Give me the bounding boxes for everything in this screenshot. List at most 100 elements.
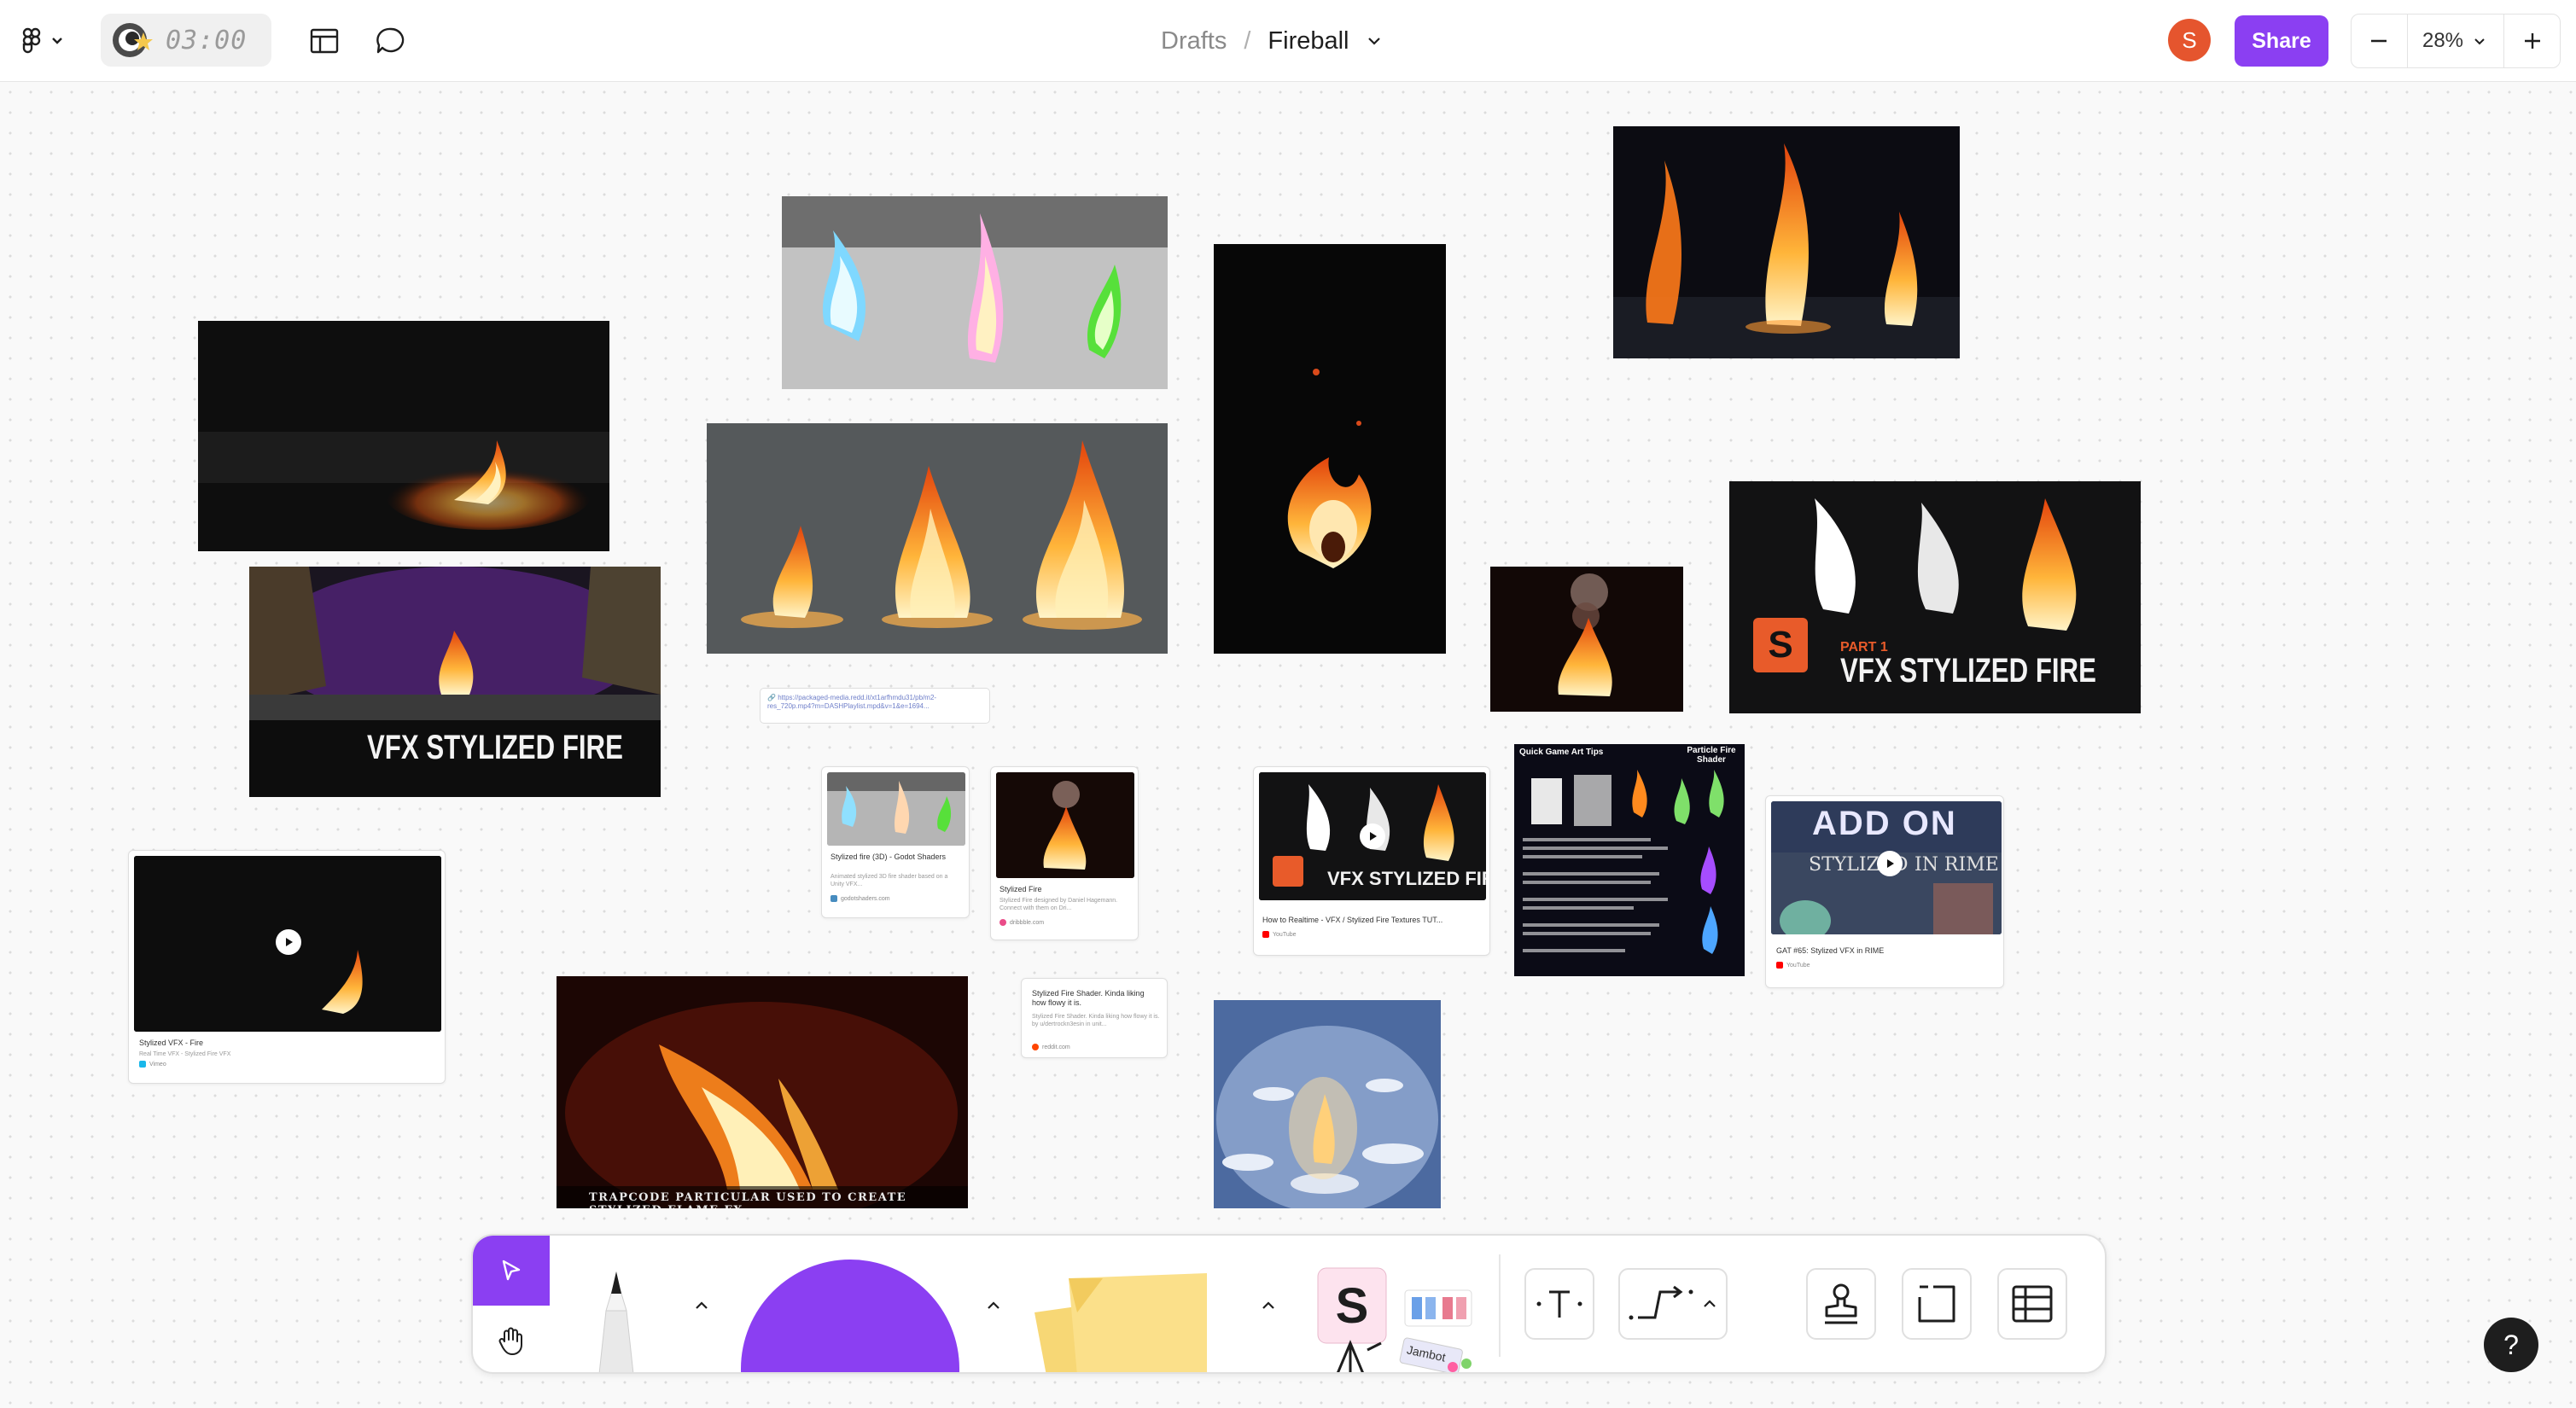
card-title: Stylized Fire bbox=[1000, 885, 1042, 893]
link-card-reddit[interactable]: Stylized Fire Shader. Kinda liking how f… bbox=[1021, 978, 1168, 1058]
figjam-logo-icon bbox=[22, 27, 62, 54]
text-icon bbox=[1536, 1290, 1582, 1318]
layout-icon bbox=[310, 28, 339, 54]
breadcrumb: Drafts / Fireball bbox=[1161, 19, 1387, 63]
card-source: reddit.com bbox=[1032, 1044, 1070, 1050]
section-icon bbox=[1918, 1285, 1955, 1323]
image-vfx-stylized-fire-banner[interactable]: VFX STYLIZED FIRE bbox=[249, 567, 661, 797]
sticky-note-icon bbox=[1034, 1273, 1207, 1372]
play-button[interactable] bbox=[1877, 851, 1903, 876]
vimeo-icon bbox=[139, 1061, 146, 1068]
card-source: YouTube bbox=[1262, 931, 1297, 938]
card-thumbnail: ADD ON STYLIZED IN RIME bbox=[1771, 801, 2002, 934]
image-particle-fire-cheatsheet[interactable]: Quick Game Art Tips Particle Fire Shader bbox=[1514, 744, 1745, 976]
cheatsheet-title: Quick Game Art Tips bbox=[1519, 748, 1604, 757]
marker-options-button[interactable] bbox=[685, 1289, 719, 1323]
comment-icon bbox=[376, 27, 405, 54]
image-part1-vfx-stylized-fire[interactable]: S PART 1 VFX STYLIZED FIRE bbox=[1729, 481, 2141, 713]
select-tool[interactable] bbox=[473, 1236, 550, 1306]
share-button[interactable]: Share bbox=[2235, 15, 2328, 67]
link-card-dribbble[interactable]: Stylized Fire Stylized Fire designed by … bbox=[990, 766, 1139, 940]
card-title: Stylized Fire Shader. Kinda liking how f… bbox=[1032, 989, 1145, 1007]
image-three-colored-flames[interactable] bbox=[782, 196, 1168, 389]
chevron-down-icon bbox=[2474, 38, 2485, 45]
card-description: Real Time VFX - Stylized Fire VFX bbox=[139, 1051, 231, 1057]
shape-options-button[interactable] bbox=[976, 1289, 1011, 1323]
card-source: dribbble.com bbox=[1000, 919, 1044, 926]
timer-emoji-icon bbox=[113, 23, 153, 57]
youtube-icon bbox=[1262, 931, 1269, 938]
link-card-youtube-realtime[interactable]: VFX STYLIZED FIRE How to Realtime - VFX … bbox=[1253, 766, 1490, 956]
cursor-icon bbox=[502, 1260, 521, 1281]
timer-widget[interactable]: 03:00 bbox=[101, 14, 271, 67]
shape-tool[interactable] bbox=[732, 1249, 968, 1372]
image-trapcode-flame[interactable]: Trapcode Particular used to create styli… bbox=[557, 976, 968, 1208]
toolbar-divider bbox=[1499, 1254, 1501, 1357]
zoom-out-button[interactable] bbox=[2352, 15, 2407, 67]
svg-text:VFX STYLIZED FIRE: VFX STYLIZED FIRE bbox=[1327, 868, 1486, 889]
stickers-tool[interactable]: S Jambot bbox=[1303, 1261, 1483, 1372]
stamp-tool[interactable] bbox=[1806, 1268, 1876, 1340]
help-button[interactable]: ? bbox=[2484, 1318, 2538, 1372]
image-fire-dark-ground[interactable] bbox=[198, 321, 609, 551]
sticky-options-button[interactable] bbox=[1251, 1289, 1285, 1323]
godot-icon bbox=[830, 895, 837, 902]
card-description: Stylized Fire designed by Daniel Hageman… bbox=[1000, 898, 1118, 911]
svg-text:S: S bbox=[1336, 1278, 1369, 1334]
avatar[interactable]: S bbox=[2168, 19, 2211, 61]
image-fire-columns[interactable] bbox=[1613, 126, 1960, 358]
vfx-banner-title: VFX STYLIZED FIRE bbox=[367, 729, 623, 766]
play-button[interactable] bbox=[276, 929, 301, 955]
text-tool[interactable] bbox=[1524, 1268, 1594, 1340]
breadcrumb-separator: / bbox=[1244, 26, 1251, 55]
play-icon bbox=[1887, 859, 1894, 868]
marker-icon bbox=[598, 1271, 634, 1372]
link-url: https://packaged-media.redd.it/xt1arfhmd… bbox=[767, 694, 937, 710]
card-title: How to Realtime - VFX / Stylized Fire Te… bbox=[1262, 916, 1443, 924]
link-card-vimeo[interactable]: Stylized VFX - Fire Real Time VFX - Styl… bbox=[128, 850, 446, 1084]
layout-button[interactable] bbox=[304, 20, 345, 61]
addon-sub-right: IN RIME bbox=[1915, 854, 1999, 876]
zoom-in-button[interactable] bbox=[2504, 15, 2560, 67]
part1-title: VFX STYLIZED FIRE bbox=[1840, 652, 2096, 689]
chevron-down-icon[interactable] bbox=[1361, 28, 1387, 54]
hand-tool[interactable] bbox=[473, 1306, 550, 1372]
link-card-godot-shaders[interactable]: Stylized fire (3D) - Godot Shaders Anima… bbox=[821, 766, 970, 918]
reddit-icon bbox=[1032, 1044, 1039, 1050]
sticker-pack-icon: S bbox=[1317, 1267, 1472, 1372]
play-button[interactable] bbox=[1360, 823, 1385, 849]
section-tool[interactable] bbox=[1902, 1268, 1972, 1340]
chevron-up-icon[interactable] bbox=[1699, 1294, 1720, 1314]
bottom-toolbar: S Jambot bbox=[471, 1234, 2107, 1374]
card-source: YouTube bbox=[1776, 962, 1810, 969]
comment-button[interactable] bbox=[370, 20, 411, 61]
marker-tool[interactable] bbox=[574, 1260, 659, 1372]
zoom-level-dropdown[interactable]: 28% bbox=[2406, 15, 2505, 67]
connector-icon bbox=[1629, 1285, 1693, 1320]
timer-text: 03:00 bbox=[166, 25, 248, 55]
breadcrumb-folder[interactable]: Drafts bbox=[1161, 27, 1227, 55]
hand-icon bbox=[498, 1327, 522, 1355]
card-title: Stylized VFX - Fire bbox=[139, 1039, 204, 1047]
main-menu-button[interactable] bbox=[17, 20, 72, 61]
sticky-note-tool[interactable] bbox=[1026, 1261, 1224, 1372]
card-description: Animated stylized 3D fire shader based o… bbox=[830, 874, 948, 887]
youtube-icon bbox=[1776, 962, 1783, 969]
image-snowy-flame[interactable] bbox=[1214, 1000, 1441, 1208]
link-chip[interactable]: 🔗 https://packaged-media.redd.it/xt1arfh… bbox=[760, 688, 990, 724]
link-card-youtube-gat65[interactable]: ADD ON STYLIZED IN RIME GAT #65: Stylize… bbox=[1765, 795, 2004, 988]
image-tall-fireball[interactable] bbox=[1214, 244, 1446, 654]
chevron-down-icon bbox=[52, 38, 62, 44]
connector-tool[interactable] bbox=[1618, 1268, 1728, 1340]
card-source: godotshaders.com bbox=[830, 895, 890, 902]
cheatsheet-subtitle: Particle Fire Shader bbox=[1687, 746, 1736, 765]
link-icon: 🔗 bbox=[767, 694, 778, 701]
card-thumbnail: VFX STYLIZED FIRE bbox=[1259, 772, 1486, 900]
image-fire-with-smoke[interactable] bbox=[1490, 567, 1683, 712]
file-name[interactable]: Fireball bbox=[1268, 27, 1349, 55]
image-flame-progression[interactable] bbox=[707, 423, 1168, 654]
play-icon bbox=[1370, 832, 1377, 841]
card-thumbnail bbox=[827, 772, 965, 846]
table-tool[interactable] bbox=[1997, 1268, 2067, 1340]
card-description: Stylized Fire Shader. Kinda liking how f… bbox=[1032, 1014, 1160, 1027]
